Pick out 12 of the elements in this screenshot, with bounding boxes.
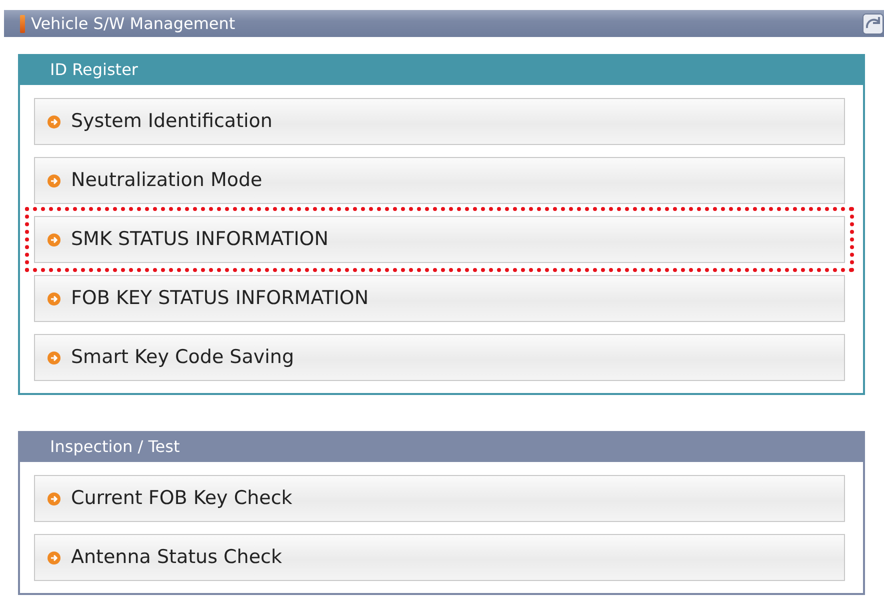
menu-button[interactable]: Current FOB Key Check — [34, 475, 845, 522]
menu-button[interactable]: SMK STATUS INFORMATION — [34, 216, 845, 263]
menu-button[interactable]: System Identification — [34, 98, 845, 145]
refresh-icon[interactable] — [862, 12, 884, 34]
panel-header: Inspection / Test — [20, 433, 863, 463]
menu-button[interactable]: Neutralization Mode — [34, 157, 845, 204]
menu-button[interactable]: Antenna Status Check — [34, 534, 845, 581]
menu-button[interactable]: FOB KEY STATUS INFORMATION — [34, 275, 845, 322]
menu-button[interactable]: Smart Key Code Saving — [34, 334, 845, 381]
panel-header: ID Register — [20, 56, 863, 86]
window-title: Vehicle S/W Management — [31, 12, 236, 34]
window-icon — [20, 14, 25, 32]
